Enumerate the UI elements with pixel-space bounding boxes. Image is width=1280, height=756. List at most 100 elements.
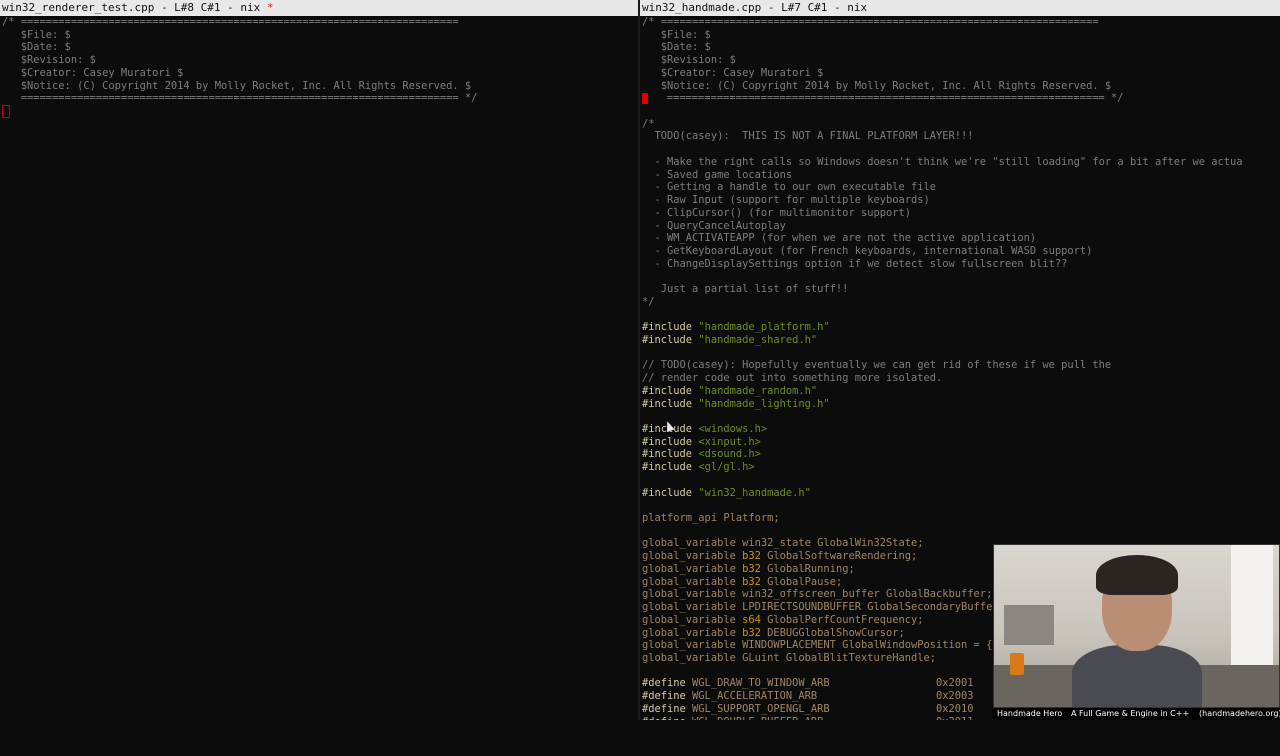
modified-marker: * <box>266 1 274 14</box>
code-line[interactable]: // TODO(casey): Hopefully eventually we … <box>642 359 1280 372</box>
code-line[interactable]: #include <windows.h> <box>642 423 1280 436</box>
code-line[interactable]: #include <gl/gl.h> <box>642 461 1280 474</box>
code-line[interactable] <box>642 347 1280 360</box>
webcam-person-body <box>1072 645 1202 707</box>
code-token: */ <box>642 295 655 308</box>
text-cursor-icon <box>2 105 10 119</box>
code-token: ========================================… <box>648 92 1124 105</box>
code-token: $Notice: (C) Copyright 2014 by Molly Roc… <box>2 79 472 92</box>
code-line[interactable] <box>642 525 1280 538</box>
code-line[interactable]: - Raw Input (support for multiple keyboa… <box>642 194 1280 207</box>
code-line[interactable]: $Date: $ <box>642 41 1280 54</box>
code-token: #define <box>642 677 693 690</box>
code-line[interactable]: - QueryCancelAutoplay <box>642 220 1280 233</box>
code-line[interactable]: #include "handmade_lighting.h" <box>642 398 1280 411</box>
code-token: #include <box>642 397 699 410</box>
code-line[interactable]: - Make the right calls so Windows doesn'… <box>642 156 1280 169</box>
code-token: Just a partial list of stuff!! <box>642 283 849 296</box>
code-token: $Notice: (C) Copyright 2014 by Molly Roc… <box>642 79 1112 92</box>
code-token: - ChangeDisplaySettings option if we det… <box>642 257 1068 270</box>
code-line[interactable] <box>642 143 1280 156</box>
code-line[interactable]: $File: $ <box>2 29 638 42</box>
code-token: /* =====================================… <box>2 16 459 28</box>
code-token: #include <box>642 435 699 448</box>
code-line[interactable]: #include <xinput.h> <box>642 436 1280 449</box>
code-line[interactable]: #include <dsound.h> <box>642 448 1280 461</box>
code-token: - Getting a handle to our own executable… <box>642 181 937 194</box>
code-token: 0x2001 <box>936 677 974 690</box>
code-line[interactable]: $Creator: Casey Muratori $ <box>2 67 638 80</box>
caption-url: (handmadehero.org) <box>1199 709 1280 718</box>
code-line[interactable]: */ <box>642 296 1280 309</box>
code-token: s64 <box>742 613 761 626</box>
code-token: // TODO(casey): Hopefully eventually we … <box>642 359 1112 372</box>
left-code-area[interactable]: /* =====================================… <box>2 16 638 119</box>
code-line[interactable] <box>642 270 1280 283</box>
code-line[interactable] <box>642 474 1280 487</box>
code-token: - Saved game locations <box>642 168 793 181</box>
code-line[interactable]: #include "handmade_shared.h" <box>642 334 1280 347</box>
caption-show-name: Handmade Hero <box>997 709 1063 718</box>
code-line[interactable]: $Date: $ <box>2 41 638 54</box>
code-token: $Date: $ <box>2 41 71 54</box>
code-token: GlobalPause; <box>760 575 843 588</box>
code-token: ========================================… <box>2 92 478 105</box>
code-line[interactable]: $File: $ <box>642 29 1280 42</box>
code-token: TODO(casey): THIS IS NOT A FINAL PLATFOR… <box>642 130 974 143</box>
code-line[interactable] <box>2 105 638 119</box>
code-token: #define <box>642 690 693 703</box>
code-line[interactable]: ========================================… <box>642 92 1280 105</box>
code-line[interactable]: $Notice: (C) Copyright 2014 by Molly Roc… <box>2 80 638 93</box>
code-token: #include <box>642 448 699 461</box>
code-line[interactable]: ========================================… <box>2 92 638 105</box>
code-token: global_variable <box>642 626 743 639</box>
code-line[interactable]: platform_api Platform; <box>642 512 1280 525</box>
webcam-overlay <box>993 544 1280 708</box>
code-token: #include <box>642 486 699 499</box>
code-line[interactable]: #include "handmade_platform.h" <box>642 321 1280 334</box>
code-line[interactable]: - GetKeyboardLayout (for French keyboard… <box>642 245 1280 258</box>
code-line[interactable]: $Revision: $ <box>2 54 638 67</box>
code-token: "handmade_platform.h" <box>698 321 830 334</box>
code-token: b32 <box>742 562 761 575</box>
code-token: global_variable <box>642 575 743 588</box>
code-line[interactable]: $Notice: (C) Copyright 2014 by Molly Roc… <box>642 80 1280 93</box>
code-token: global_variable win32_offscreen_buffer G… <box>642 588 993 601</box>
code-line[interactable] <box>642 410 1280 423</box>
code-line[interactable]: /* =====================================… <box>642 16 1280 29</box>
code-line[interactable]: $Revision: $ <box>642 54 1280 67</box>
code-line[interactable]: TODO(casey): THIS IS NOT A FINAL PLATFOR… <box>642 130 1280 143</box>
webcam-cup-shape <box>1010 653 1024 675</box>
code-token: "handmade_random.h" <box>698 384 818 397</box>
code-line[interactable]: /* <box>642 118 1280 131</box>
code-token: - QueryCancelAutoplay <box>642 219 786 232</box>
code-line[interactable]: $Creator: Casey Muratori $ <box>642 67 1280 80</box>
code-token: #define <box>642 716 692 720</box>
code-token: WGL_SUPPORT_OPENGL_ARB <box>692 702 937 715</box>
code-line[interactable]: - ChangeDisplaySettings option if we det… <box>642 258 1280 271</box>
code-line[interactable]: #include "handmade_random.h" <box>642 385 1280 398</box>
code-line[interactable]: - WM_ACTIVATEAPP (for when we are not th… <box>642 232 1280 245</box>
code-line[interactable]: /* =====================================… <box>2 16 638 29</box>
left-editor-pane[interactable]: win32_renderer_test.cpp - L#8 C#1 - nix … <box>0 0 638 720</box>
code-token: - ClipCursor() (for multimonitor support… <box>642 206 912 219</box>
code-token: "handmade_lighting.h" <box>698 397 830 410</box>
code-token: #include <box>642 461 699 474</box>
code-line[interactable]: Just a partial list of stuff!! <box>642 283 1280 296</box>
code-line[interactable]: - ClipCursor() (for multimonitor support… <box>642 207 1280 220</box>
code-token: <xinput.h> <box>698 435 761 448</box>
code-line[interactable]: - Saved game locations <box>642 169 1280 182</box>
code-token: global_variable <box>642 550 743 563</box>
code-token: $Creator: Casey Muratori $ <box>642 66 824 79</box>
code-line[interactable] <box>642 499 1280 512</box>
code-line[interactable]: - Getting a handle to our own executable… <box>642 181 1280 194</box>
code-line[interactable] <box>642 105 1280 118</box>
code-token: <windows.h> <box>698 423 768 435</box>
code-token: GlobalPerfCountFrequency; <box>760 613 924 626</box>
right-pane-title-bar: win32_handmade.cpp - L#7 C#1 - nix <box>640 0 1280 16</box>
code-token: b32 <box>742 550 761 563</box>
code-line[interactable]: // render code out into something more i… <box>642 372 1280 385</box>
code-line[interactable] <box>642 309 1280 322</box>
code-token: GlobalSoftwareRendering; <box>760 550 918 563</box>
code-line[interactable]: #include "win32_handmade.h" <box>642 487 1280 500</box>
